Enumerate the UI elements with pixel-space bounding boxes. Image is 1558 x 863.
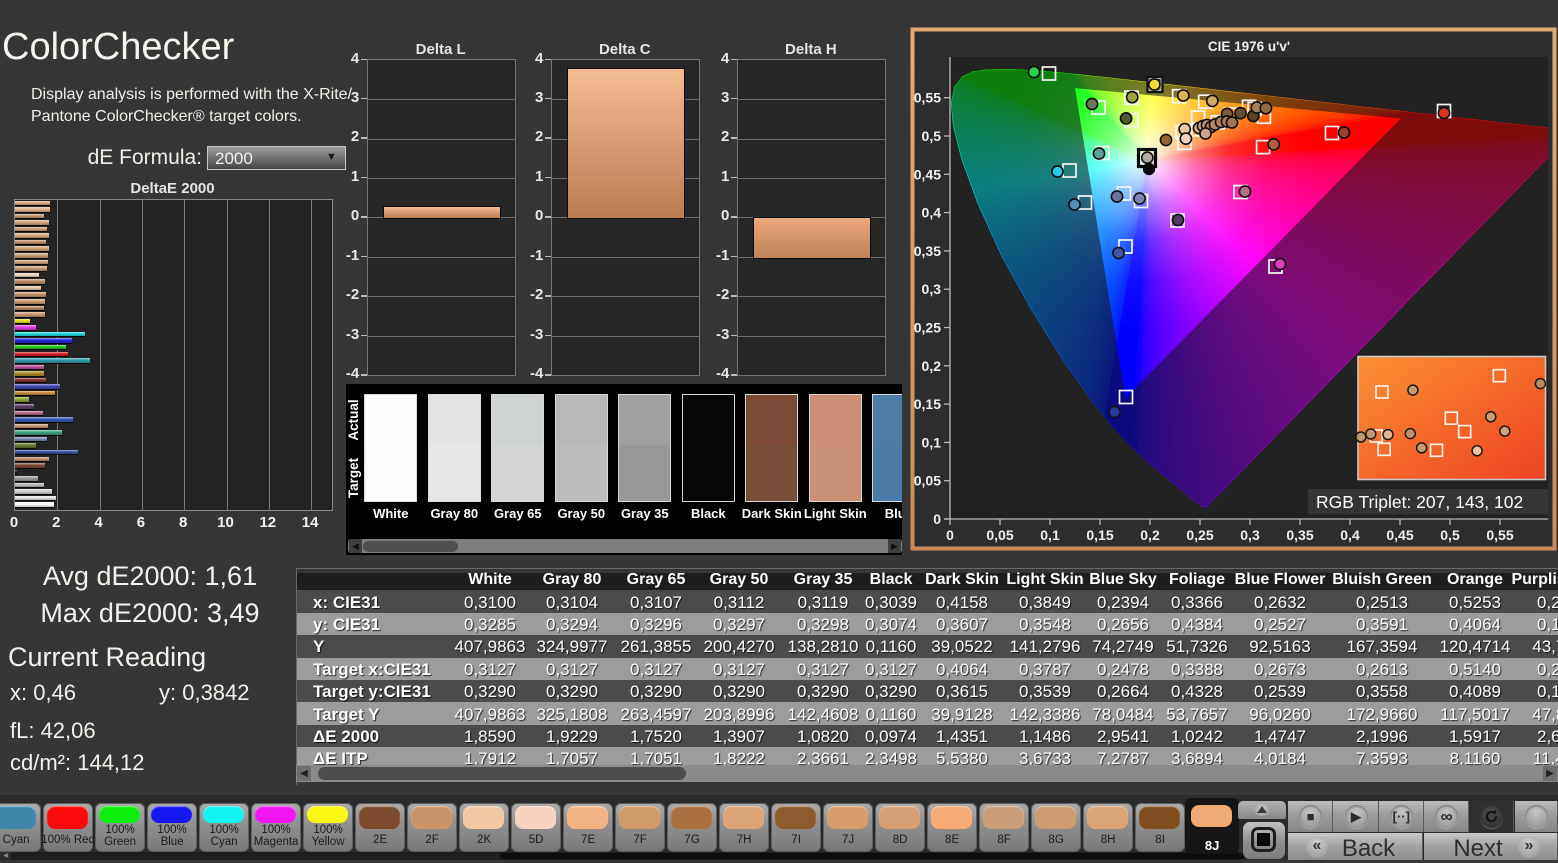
svg-text:CIE 1976 u'v': CIE 1976 u'v' [1208,39,1290,54]
svg-text:0,3: 0,3 [922,281,942,297]
svg-text:0,5: 0,5 [1440,527,1460,543]
svg-text:0,25: 0,25 [914,320,941,336]
svg-text:0,15: 0,15 [914,396,941,412]
svg-text:0,05: 0,05 [914,473,941,489]
svg-text:0,25: 0,25 [1186,527,1213,543]
svg-text:0,55: 0,55 [1486,527,1513,543]
svg-text:0,3: 0,3 [1240,527,1260,543]
svg-text:0,5: 0,5 [922,128,942,144]
svg-text:0,1: 0,1 [1040,527,1060,543]
svg-text:0,35: 0,35 [1286,527,1313,543]
svg-text:0,1: 0,1 [922,434,942,450]
svg-text:0,35: 0,35 [914,243,941,259]
svg-text:0,2: 0,2 [1140,527,1160,543]
svg-text:0,55: 0,55 [914,90,941,106]
svg-text:0,45: 0,45 [914,166,941,182]
svg-text:0,15: 0,15 [1086,527,1113,543]
svg-text:RGB Triplet: 207, 143, 102: RGB Triplet: 207, 143, 102 [1316,492,1523,512]
svg-text:0,2: 0,2 [922,358,942,374]
svg-text:0,45: 0,45 [1386,527,1413,543]
svg-text:0,4: 0,4 [922,205,942,221]
svg-text:0: 0 [946,527,954,543]
svg-text:0: 0 [933,511,941,527]
svg-text:0,05: 0,05 [986,527,1013,543]
svg-text:0,4: 0,4 [1340,527,1360,543]
